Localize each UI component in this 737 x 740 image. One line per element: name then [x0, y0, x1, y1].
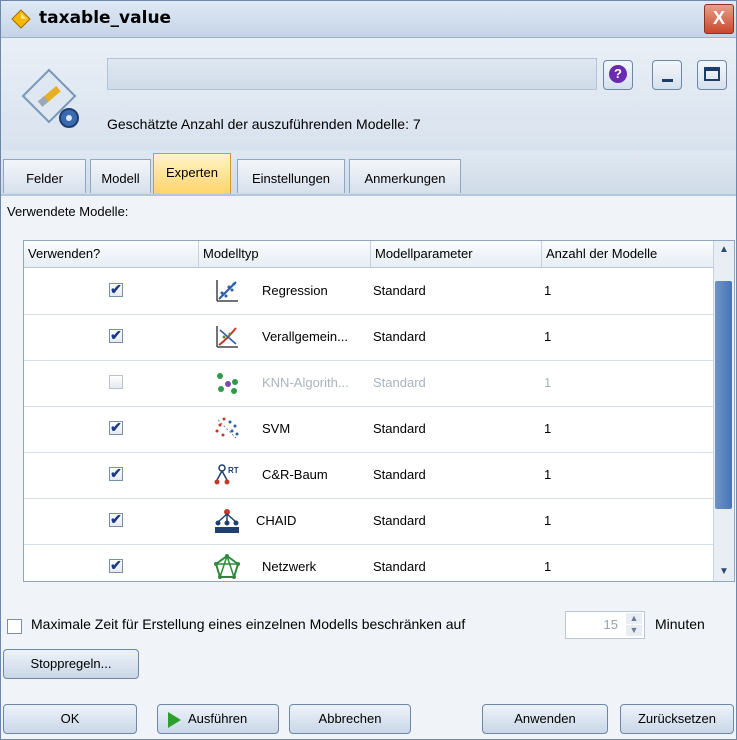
scroll-up-icon[interactable]: ▲: [716, 243, 732, 257]
table-row[interactable]: ✔ KNN-Algorith... Standard 1: [24, 360, 714, 407]
run-button[interactable]: Ausführen: [157, 704, 279, 734]
model-params-value[interactable]: Standard: [373, 314, 426, 360]
max-time-spinner[interactable]: 15 ▲ ▼: [565, 611, 645, 639]
tab-experten[interactable]: Experten: [153, 153, 231, 194]
model-estimate-text: Geschätzte Anzahl der auszuführenden Mod…: [107, 116, 421, 132]
stop-rules-button[interactable]: Stoppregeln...: [3, 649, 139, 679]
help-button[interactable]: ?: [603, 60, 633, 90]
max-time-label: Maximale Zeit für Erstellung eines einze…: [31, 616, 466, 632]
knn-icon: [217, 373, 238, 394]
node-diamond-icon: [11, 9, 31, 29]
model-type-label: C&R-Baum: [262, 467, 328, 482]
model-params-value[interactable]: Standard: [373, 406, 426, 452]
model-type-label: CHAID: [256, 513, 297, 528]
column-header-use[interactable]: Verwenden?: [24, 241, 199, 267]
use-checkbox[interactable]: ✔: [109, 282, 123, 297]
use-checkbox[interactable]: ✔: [109, 512, 123, 527]
column-header-model-params[interactable]: Modellparameter: [371, 241, 542, 267]
max-time-checkbox[interactable]: [7, 619, 22, 634]
model-params-value[interactable]: Standard: [373, 452, 426, 498]
model-params-value[interactable]: Standard: [373, 498, 426, 544]
minimize-icon: [662, 79, 673, 82]
network-icon: [214, 554, 240, 579]
reset-button[interactable]: Zurücksetzen: [620, 704, 734, 734]
model-params-value[interactable]: Standard: [373, 360, 426, 406]
table-header: Verwenden? Modelltyp Modellparameter Anz…: [24, 241, 714, 268]
spin-up-icon[interactable]: ▲: [626, 613, 642, 624]
dialog-window: taxable_value X ? Geschätzte Anzahl der …: [0, 0, 737, 740]
chaid-icon: [215, 509, 239, 533]
model-count-value: 1: [544, 421, 552, 436]
scroll-down-icon[interactable]: ▼: [716, 565, 732, 579]
model-params-value[interactable]: Standard: [373, 268, 426, 314]
experts-panel: Verwendete Modelle: Verwenden? Modelltyp…: [1, 196, 736, 739]
model-type-label: Verallgemein...: [262, 329, 348, 344]
cancel-button[interactable]: Abbrechen: [289, 704, 411, 734]
table-row[interactable]: ✔ RT C&R-Baum Standard 1: [24, 452, 714, 499]
model-count-value: 1: [544, 467, 552, 482]
model-count-value: 1: [544, 559, 552, 574]
use-checkbox[interactable]: ✔: [109, 328, 123, 343]
model-type-label: KNN-Algorith...: [262, 375, 349, 390]
tab-modell[interactable]: Modell: [90, 159, 151, 193]
table-scrollbar[interactable]: ▲ ▼: [713, 241, 734, 581]
regression-icon: [216, 280, 238, 302]
scroll-thumb[interactable]: [715, 281, 732, 509]
table-row[interactable]: ✔ Regression Standard 1: [24, 268, 714, 315]
models-used-label: Verwendete Modelle:: [7, 204, 129, 219]
use-checkbox[interactable]: ✔: [109, 375, 123, 389]
table-row[interactable]: ✔ SVM Standard 1: [24, 406, 714, 453]
table-row[interactable]: ✔ Netzwerk Standard 1: [24, 544, 714, 581]
minutes-label: Minuten: [655, 616, 705, 632]
maximize-icon: [704, 67, 720, 81]
table-row[interactable]: ✔ CHAID Standard 1: [24, 498, 714, 545]
model-params-value[interactable]: Standard: [373, 544, 426, 581]
tab-bar: Felder Modell Experten Einstellungen Anm…: [1, 151, 736, 196]
model-count-value: 1: [544, 283, 552, 298]
column-header-model-type[interactable]: Modelltyp: [199, 241, 371, 267]
use-checkbox[interactable]: ✔: [109, 420, 123, 435]
dialog-header: ? Geschätzte Anzahl der auszuführenden M…: [1, 38, 736, 150]
node-name-field[interactable]: [107, 58, 597, 90]
play-icon: [168, 712, 181, 728]
column-header-model-count[interactable]: Anzahl der Modelle: [542, 241, 714, 267]
maximize-button[interactable]: [697, 60, 727, 90]
svg-text:RT: RT: [228, 466, 239, 475]
model-count-value: 1: [544, 329, 552, 344]
models-table: Verwenden? Modelltyp Modellparameter Anz…: [23, 240, 735, 582]
spin-down-icon[interactable]: ▼: [626, 625, 642, 636]
max-time-value[interactable]: 15: [604, 617, 618, 632]
tab-einstellungen[interactable]: Einstellungen: [237, 159, 345, 193]
help-icon: ?: [609, 65, 627, 83]
table-row[interactable]: ✔ Verallgemein... Standard 1: [24, 314, 714, 361]
model-type-label: Regression: [262, 283, 328, 298]
use-checkbox[interactable]: ✔: [109, 466, 123, 481]
ok-button[interactable]: OK: [3, 704, 137, 734]
auto-numeric-node-icon: [21, 68, 79, 128]
minimize-button[interactable]: [652, 60, 682, 90]
close-button[interactable]: X: [704, 4, 734, 34]
title-bar: taxable_value X: [1, 1, 736, 38]
genlin-icon: [216, 326, 238, 348]
model-count-value: 1: [544, 375, 552, 390]
spinner-buttons[interactable]: ▲ ▼: [626, 613, 642, 637]
model-type-label: SVM: [262, 421, 291, 436]
window-title: taxable_value: [39, 8, 172, 28]
apply-button[interactable]: Anwenden: [482, 704, 608, 734]
model-count-value: 1: [544, 513, 552, 528]
svm-icon: [215, 417, 239, 439]
use-checkbox[interactable]: ✔: [109, 558, 123, 573]
model-type-label: Netzwerk: [262, 559, 317, 574]
run-button-label: Ausführen: [188, 711, 248, 726]
tab-felder[interactable]: Felder: [3, 159, 86, 193]
crt-icon: RT: [214, 464, 239, 485]
tab-anmerkungen[interactable]: Anmerkungen: [349, 159, 461, 193]
